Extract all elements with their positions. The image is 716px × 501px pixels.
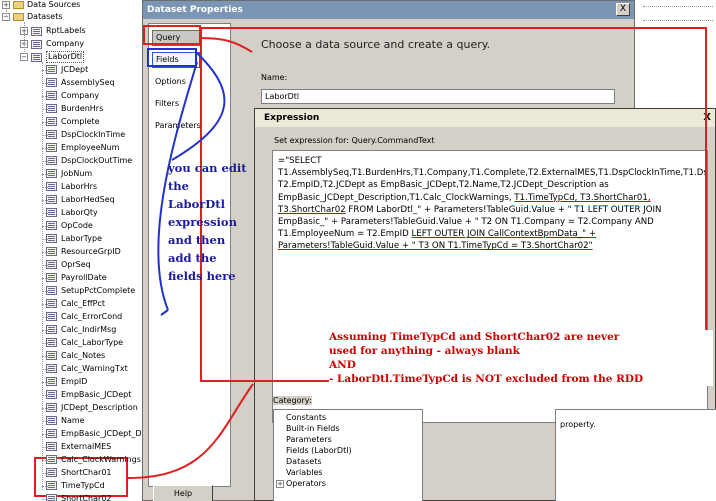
fields-to-expression-arrow [127, 383, 254, 479]
fields-arrow [157, 51, 226, 311]
arrow-tip [160, 309, 169, 316]
query-arrow [199, 37, 253, 53]
annotation-arrows [127, 37, 254, 479]
